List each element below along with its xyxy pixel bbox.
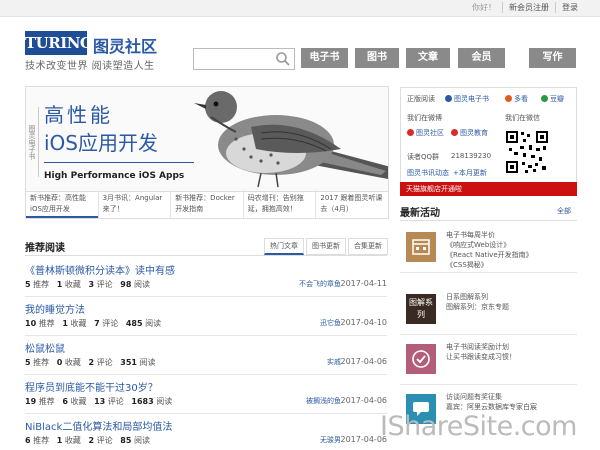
social-box: 正版阅读 图灵电子书 多看 豆瓣 我们在微博 我们在微信 图灵社区 图灵教育 读… bbox=[400, 87, 577, 183]
article-author[interactable]: 实戚 bbox=[327, 357, 341, 367]
ebook-icon bbox=[445, 95, 452, 102]
event-detail[interactable]: 《React Native开发指南》 bbox=[446, 250, 533, 260]
douban-link[interactable]: 豆瓣 bbox=[541, 94, 564, 104]
banner-tab[interactable]: 2017 跟着图灵听课去（4月） bbox=[315, 190, 388, 218]
turing-ebook-link[interactable]: 图灵电子书 bbox=[445, 94, 489, 104]
banner-tab[interactable]: 新书推荐：Docker开发指南 bbox=[170, 190, 243, 218]
banner-tab[interactable]: 码农增刊：告别拖延，拥抱高效！ bbox=[242, 190, 316, 218]
turing-logo[interactable]: TURING bbox=[25, 31, 93, 55]
article-date: 2017-04-10 bbox=[340, 318, 388, 327]
recommended-tabs: 热门文章 图书更新 合集更新 bbox=[262, 238, 388, 255]
article-author[interactable]: 不会飞的章鱼 bbox=[299, 279, 341, 289]
banner-subtitle: High Performance iOS Apps bbox=[44, 171, 185, 181]
illustrated-series-thumb: 图解系列 bbox=[406, 294, 436, 324]
event-detail[interactable]: 《响应式Web设计》 bbox=[446, 240, 510, 250]
tab-hot-articles[interactable]: 热门文章 bbox=[264, 238, 304, 255]
article-title[interactable]: 程序员到底能不能干过30岁？ bbox=[25, 379, 158, 394]
article-title[interactable]: 《普林斯顿微积分读本》读中有感 bbox=[25, 262, 175, 277]
article-meta: 10 推荐 1 收藏 7 评论 485 阅读 bbox=[25, 319, 162, 328]
banner-tab[interactable]: 3月书讯：Angular来了！ bbox=[97, 190, 171, 218]
nav-books[interactable]: 图书 bbox=[355, 48, 399, 68]
top-bar: 你好！ 新会员注册 登录 bbox=[0, 0, 600, 17]
event-title[interactable]: 电子书每周半价 bbox=[446, 230, 495, 240]
weibo-icon bbox=[451, 129, 458, 136]
banner-title-line1: 高性能 bbox=[44, 103, 113, 127]
tmall-store-banner[interactable]: 天猫旗舰店开通啦 bbox=[400, 182, 577, 196]
weibo-icon bbox=[407, 129, 414, 136]
nav-ebooks[interactable]: 电子书 bbox=[301, 48, 348, 68]
site-name[interactable]: 图灵社区 bbox=[93, 33, 157, 57]
douban-icon bbox=[541, 95, 548, 102]
calendar-icon bbox=[406, 232, 436, 262]
event-item[interactable]: 电子书每周半价 《响应式Web设计》 《React Native开发指南》 《C… bbox=[400, 224, 577, 273]
site-slogan: 技术改变世界 阅读塑造人生 bbox=[25, 61, 155, 72]
register-link[interactable]: 新会员注册 bbox=[502, 2, 555, 13]
banner-tabs: 新书推荐：高性能iOS应用开发 3月书讯：Angular来了！ 新书推荐：Doc… bbox=[25, 190, 389, 219]
news-link[interactable]: 图灵书讯动态 bbox=[407, 168, 449, 178]
checkmark-icon bbox=[406, 344, 436, 374]
article-title[interactable]: 松鼠松鼠 bbox=[25, 340, 65, 355]
article-meta: 6 推荐 1 收藏 2 评论 85 阅读 bbox=[25, 436, 150, 445]
view-all-link[interactable]: 全部 bbox=[557, 206, 571, 216]
duokan-icon bbox=[505, 95, 512, 102]
article-author[interactable]: 无骏男 bbox=[320, 435, 341, 445]
article-author[interactable]: 迅它鱼 bbox=[320, 318, 341, 328]
legit-reading-label: 正版阅读 bbox=[407, 95, 435, 103]
login-link[interactable]: 登录 bbox=[555, 2, 584, 13]
top-links: 你好！ 新会员注册 登录 bbox=[466, 2, 584, 13]
wechat-label: 我们在微信 bbox=[505, 114, 540, 122]
watermark: IShareSite.com bbox=[380, 411, 577, 442]
banner-tab[interactable]: 新书推荐：高性能iOS应用开发 bbox=[26, 190, 98, 218]
article-date: 2017-04-06 bbox=[340, 357, 388, 366]
article-row: 松鼠松鼠 5 推荐 0 收藏 2 评论 351 阅读 实戚 2017-04-06 bbox=[25, 336, 387, 375]
event-title[interactable]: 电子书阅读奖励计划 bbox=[446, 342, 509, 352]
recommended-title: 推荐阅读 bbox=[25, 243, 65, 254]
latest-events-title: 最新活动 bbox=[400, 208, 440, 219]
tab-collection-updates[interactable]: 合集更新 bbox=[348, 238, 388, 255]
article-author[interactable]: 被搁浅的鱼 bbox=[306, 396, 341, 406]
event-title[interactable]: 访谈问题有奖征集 bbox=[446, 392, 502, 402]
event-detail[interactable]: 让买书跟读变成习惯！ bbox=[446, 352, 516, 362]
article-row: NiBlack二值化算法和局部均值法 6 推荐 1 收藏 2 评论 85 阅读 … bbox=[25, 414, 387, 450]
event-detail[interactable]: 《CSS揭秘》 bbox=[446, 260, 488, 270]
search-input[interactable] bbox=[193, 48, 295, 70]
tab-book-updates[interactable]: 图书更新 bbox=[306, 238, 346, 255]
banner-side-label: 图灵电子书 bbox=[26, 107, 39, 177]
event-title[interactable]: 日系图解系列 bbox=[446, 292, 488, 302]
qq-group-number: 218139230 bbox=[451, 152, 492, 160]
qq-group-label: 读者QQ群 bbox=[407, 153, 440, 161]
nav-members[interactable]: 会员 bbox=[458, 48, 505, 68]
monthly-updates-link[interactable]: +本月更新 bbox=[453, 168, 487, 178]
greeting-text: 你好！ bbox=[472, 3, 496, 12]
divider bbox=[400, 220, 577, 221]
wechat-qr-code bbox=[505, 130, 549, 174]
article-row: 《普林斯顿微积分读本》读中有感 5 推荐 1 收藏 3 评论 98 阅读 不会飞… bbox=[25, 258, 387, 297]
article-meta: 5 推荐 1 收藏 3 评论 98 阅读 bbox=[25, 280, 150, 289]
nav-write[interactable]: 写作 bbox=[529, 48, 576, 68]
bird-illustration bbox=[194, 91, 388, 188]
banner-title-line2: iOS应用开发 bbox=[44, 131, 158, 155]
weibo-education-link[interactable]: 图灵教育 bbox=[451, 128, 488, 138]
article-title[interactable]: 我的睡觉方法 bbox=[25, 301, 85, 316]
article-date: 2017-04-06 bbox=[340, 396, 388, 405]
weibo-label: 我们在微博 bbox=[407, 114, 442, 122]
article-meta: 5 推荐 0 收藏 2 评论 351 阅读 bbox=[25, 358, 156, 367]
duokan-link[interactable]: 多看 bbox=[505, 94, 528, 104]
search-icon[interactable] bbox=[275, 51, 291, 67]
article-row: 程序员到底能不能干过30岁？ 19 推荐 6 收藏 13 评论 1683 阅读 … bbox=[25, 375, 387, 414]
event-item[interactable]: 图解系列 日系图解系列 图解系列：京东专题 bbox=[400, 286, 577, 335]
nav-articles[interactable]: 文章 bbox=[406, 48, 450, 68]
weibo-community-link[interactable]: 图灵社区 bbox=[407, 128, 444, 138]
article-meta: 19 推荐 6 收藏 13 评论 1683 阅读 bbox=[25, 397, 173, 406]
event-item[interactable]: 电子书阅读奖励计划 让买书跟读变成习惯！ bbox=[400, 336, 577, 385]
article-date: 2017-04-11 bbox=[340, 279, 388, 288]
event-detail[interactable]: 图解系列：京东专题 bbox=[446, 302, 509, 312]
article-title[interactable]: NiBlack二值化算法和局部均值法 bbox=[25, 418, 172, 433]
article-row: 我的睡觉方法 10 推荐 1 收藏 7 评论 485 阅读 迅它鱼 2017-0… bbox=[25, 297, 387, 336]
divider bbox=[25, 255, 387, 256]
featured-banner[interactable]: 图灵电子书 高性能 iOS应用开发 High Performance iOS A… bbox=[25, 86, 389, 192]
